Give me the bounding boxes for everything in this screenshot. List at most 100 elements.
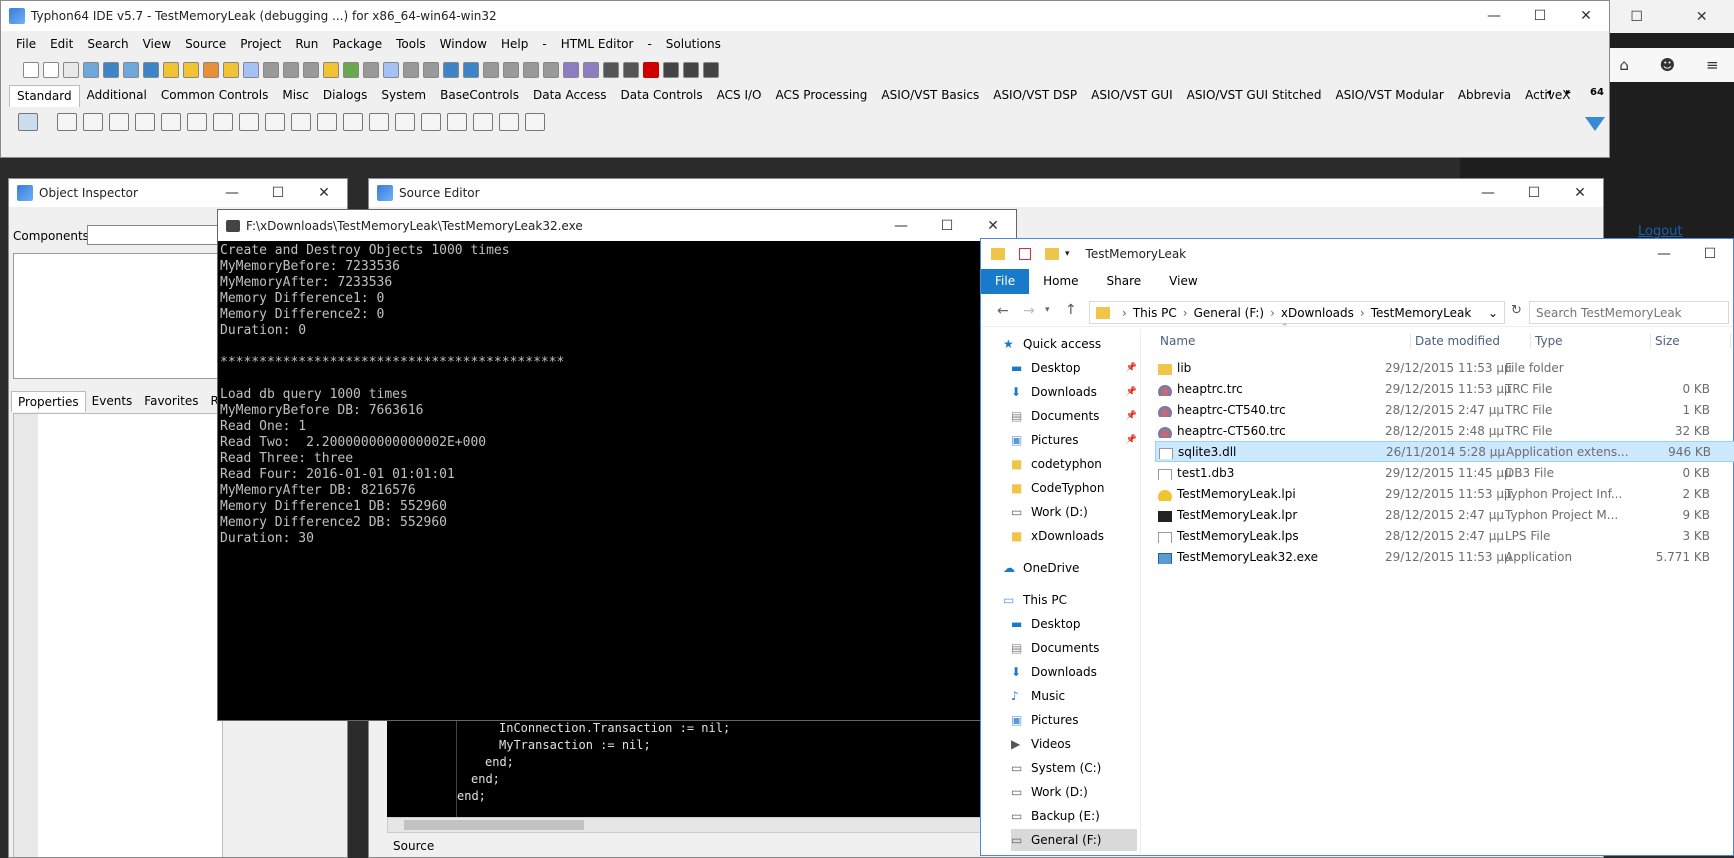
toolbar-button-icon[interactable]	[63, 62, 79, 78]
back-arrow-icon[interactable]: ←	[997, 303, 1009, 319]
palette-tab-misc[interactable]: Misc	[275, 85, 316, 107]
toolbar-button-icon[interactable]	[383, 62, 399, 78]
hamburger-menu-icon[interactable]: ≡	[1706, 56, 1719, 74]
toolbar-button-icon[interactable]	[603, 62, 619, 78]
menu-html-editor[interactable]: HTML Editor	[554, 37, 641, 51]
nav-item-quick-access[interactable]: ★ Quick access	[1003, 333, 1137, 355]
properties-icon[interactable]	[1019, 247, 1031, 260]
ribbon-tab-share[interactable]: Share	[1093, 269, 1156, 294]
toolbar-button-icon[interactable]	[103, 62, 119, 78]
palette-tab-acs-i-o[interactable]: ACS I/O	[710, 85, 769, 107]
nav-item-music[interactable]: ♪ Music	[1011, 685, 1137, 707]
nav-item-pictures[interactable]: ▣ Pictures	[1011, 709, 1137, 731]
palette-component-icon[interactable]	[473, 113, 493, 131]
breadcrumb-chevron-icon[interactable]: ›	[1122, 306, 1127, 320]
pin-icon[interactable]: 📌	[1126, 387, 1137, 397]
palette-tab-standard[interactable]: Standard	[9, 85, 80, 107]
file-row[interactable]: TestMemoryLeak.lpr 28/12/2015 2:47 μμ Typh…	[1155, 504, 1734, 525]
column-header-type[interactable]: Type	[1531, 334, 1651, 348]
palette-component-icon[interactable]	[525, 113, 545, 131]
toolbar-button-icon[interactable]	[343, 62, 359, 78]
palette-tab-abbrevia[interactable]: Abbrevia	[1451, 85, 1518, 107]
forward-arrow-icon[interactable]: →	[1023, 303, 1035, 319]
file-row[interactable]: TestMemoryLeak.lps 28/12/2015 2:47 μμ LPS …	[1155, 525, 1734, 546]
address-bar[interactable]: › This PC › General (F:) › xDownloads › TestMem…	[1089, 301, 1505, 324]
home-icon[interactable]: ⌂	[1619, 56, 1629, 74]
toolbar-button-icon[interactable]	[263, 62, 279, 78]
menu-package[interactable]: Package	[325, 37, 389, 51]
menu-project[interactable]: Project	[233, 37, 288, 51]
menu-help[interactable]: Help	[494, 37, 535, 51]
nav-item-onedrive[interactable]: ☁ OneDrive	[1003, 557, 1137, 579]
breadcrumb-chevron-icon[interactable]: ›	[1360, 306, 1365, 320]
menu-view[interactable]: View	[136, 37, 178, 51]
palette-tab-acs-processing[interactable]: ACS Processing	[768, 85, 874, 107]
object-inspector-titlebar[interactable]: Object Inspector — ☐ ✕	[9, 179, 347, 207]
source-editor-titlebar[interactable]: Source Editor — ☐ ✕	[369, 179, 1603, 207]
toolbar-button-icon[interactable]	[323, 62, 339, 78]
palette-component-icon[interactable]	[421, 113, 441, 131]
pin-icon[interactable]: 📌	[1126, 435, 1137, 445]
breadcrumb-this-pc[interactable]: This PC	[1133, 306, 1177, 320]
palette-tab-data-access[interactable]: Data Access	[526, 85, 614, 107]
toolbar-button-icon[interactable]	[503, 62, 519, 78]
toolbar-button-icon[interactable]	[543, 62, 559, 78]
palette-tab-common-controls[interactable]: Common Controls	[154, 85, 276, 107]
refresh-icon[interactable]: ↻	[1511, 303, 1522, 318]
nav-item-downloads[interactable]: ⬇ Downloads 📌	[1011, 381, 1137, 403]
pin-icon[interactable]: 📌	[1126, 363, 1137, 373]
minimize-icon[interactable]: —	[1465, 179, 1511, 208]
palette-component-icon[interactable]	[291, 113, 311, 131]
toolbar-button-icon[interactable]	[43, 62, 59, 78]
palette-tab-asio-vst-dsp[interactable]: ASIO/VST DSP	[986, 85, 1084, 107]
palette-component-icon[interactable]	[317, 113, 337, 131]
file-row[interactable]: sqlite3.dll 26/11/2014 5:28 μμ Application…	[1155, 441, 1734, 462]
explorer-titlebar[interactable]: ▾ TestMemoryLeak — ☐	[981, 239, 1733, 268]
bg-close-icon[interactable]: ✕	[1696, 9, 1708, 25]
inspector-tab-properties[interactable]: Properties	[11, 391, 86, 412]
toolbar-button-icon[interactable]	[203, 62, 219, 78]
toolbar-button-icon[interactable]	[643, 62, 659, 78]
minimize-icon[interactable]: —	[878, 211, 924, 241]
hscroll-thumb[interactable]	[404, 820, 584, 830]
palette-tab-asio-vst-gui-stitched[interactable]: ASIO/VST GUI Stitched	[1180, 85, 1329, 107]
toolbar-button-icon[interactable]	[283, 62, 299, 78]
toolbar-button-icon[interactable]	[703, 62, 719, 78]
nav-item-downloads[interactable]: ⬇ Downloads	[1011, 661, 1137, 683]
toolbar-button-icon[interactable]	[443, 62, 459, 78]
menu-source[interactable]: Source	[178, 37, 233, 51]
menu-solutions[interactable]: Solutions	[659, 37, 728, 51]
maximize-icon[interactable]: ☐	[255, 179, 301, 208]
breadcrumb-chevron-icon[interactable]: ›	[1270, 306, 1275, 320]
smiley-icon[interactable]: ☻	[1660, 56, 1676, 74]
menu-run[interactable]: Run	[288, 37, 325, 51]
palette-component-icon[interactable]	[109, 113, 129, 131]
palette-component-icon[interactable]	[213, 113, 233, 131]
palette-tab-data-controls[interactable]: Data Controls	[614, 85, 710, 107]
nav-item-documents[interactable]: ▤ Documents 📌	[1011, 405, 1137, 427]
palette-component-icon[interactable]	[135, 113, 155, 131]
maximize-icon[interactable]: ☐	[1511, 179, 1557, 208]
palette-tab-system[interactable]: System	[374, 85, 433, 107]
toolbar-button-icon[interactable]	[463, 62, 479, 78]
palette-component-icon[interactable]	[161, 113, 181, 131]
palette-tab-asio-vst-modular[interactable]: ASIO/VST Modular	[1328, 85, 1450, 107]
toolbar-button-icon[interactable]	[303, 62, 319, 78]
pin-icon[interactable]: 📌	[1126, 411, 1137, 421]
nav-item-codetyphon[interactable]: ■ CodeTyphon	[1011, 477, 1137, 499]
ide-titlebar[interactable]: Typhon64 IDE v5.7 - TestMemoryLeak (debu…	[1, 1, 1609, 31]
nav-item-backup-e[interactable]: ▭ Backup (E:)	[1011, 805, 1137, 827]
palette-tab-dialogs[interactable]: Dialogs	[316, 85, 374, 107]
nav-item-system-c[interactable]: ▭ System (C:)	[1011, 757, 1137, 779]
menu-file[interactable]: File	[9, 37, 43, 51]
nav-item-xdownloads[interactable]: ■ xDownloads	[1011, 525, 1137, 547]
toolbar-button-icon[interactable]	[483, 62, 499, 78]
ribbon-tab-home[interactable]: Home	[1029, 269, 1092, 294]
console-titlebar[interactable]: F:\xDownloads\TestMemoryLeak\TestMemoryL…	[218, 210, 1016, 241]
palette-component-icon[interactable]	[369, 113, 389, 131]
new-folder-icon[interactable]	[1045, 247, 1059, 260]
palette-component-icon[interactable]	[499, 113, 519, 131]
toolbar-button-icon[interactable]	[143, 62, 159, 78]
menu-window[interactable]: Window	[433, 37, 494, 51]
file-row[interactable]: heaptrc.trc 29/12/2015 11:53 μμ TRC File 0 …	[1155, 378, 1734, 399]
